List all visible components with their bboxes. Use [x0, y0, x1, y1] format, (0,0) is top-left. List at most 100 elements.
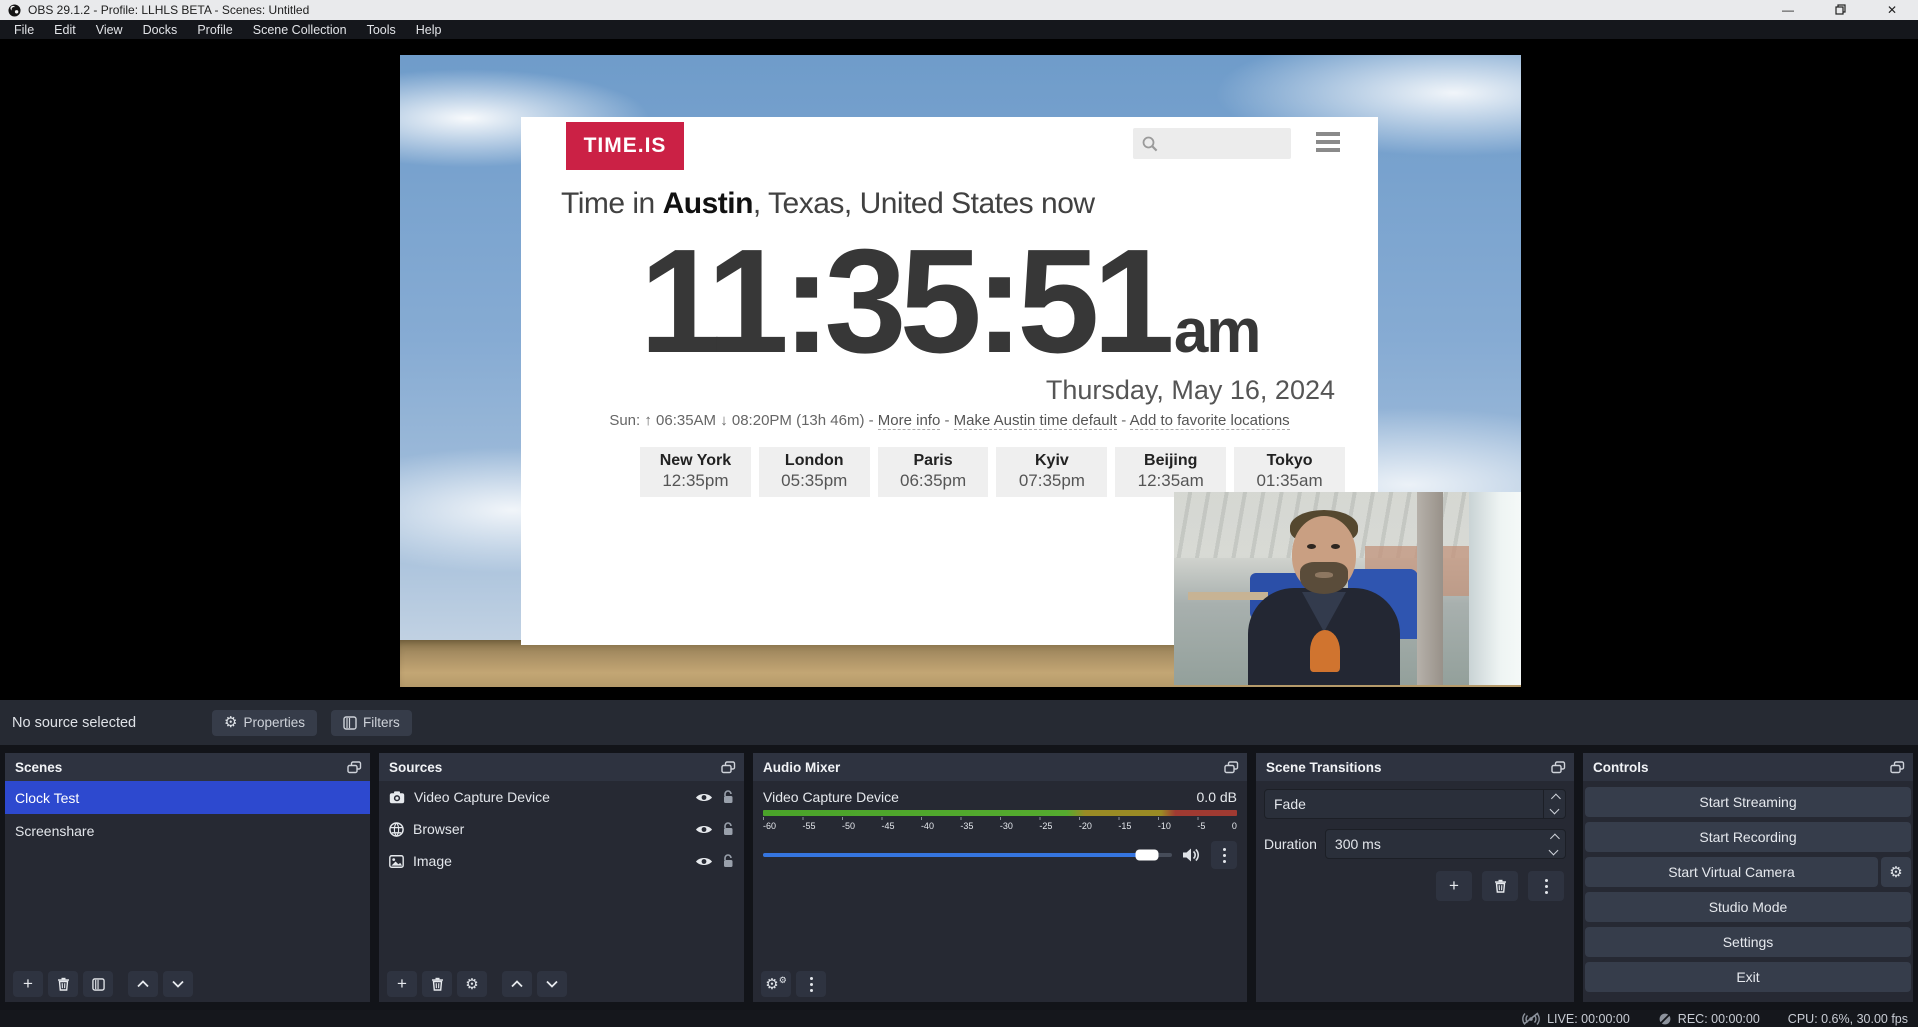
popout-icon[interactable]: [347, 761, 362, 774]
volume-slider[interactable]: [763, 853, 1172, 857]
restore-button[interactable]: [1832, 4, 1848, 17]
virtual-camera-config-button[interactable]: ⚙: [1881, 857, 1911, 887]
sources-panel: Sources Video Capture Device: [379, 753, 744, 1002]
menu-help[interactable]: Help: [406, 20, 452, 39]
add-scene-button[interactable]: +: [13, 971, 43, 997]
filters-button[interactable]: Filters: [331, 710, 412, 736]
meridiem: am: [1174, 297, 1260, 366]
close-button[interactable]: ✕: [1884, 4, 1900, 16]
menu-edit[interactable]: Edit: [44, 20, 86, 39]
dock-area: Scenes Clock Test Screenshare +: [0, 745, 1918, 1010]
visibility-eye-icon[interactable]: [695, 792, 713, 803]
record-inactive-icon: [1658, 1012, 1672, 1026]
audio-mixer-panel: Audio Mixer Video Capture Device 0.0 dB …: [753, 753, 1247, 1002]
visibility-eye-icon[interactable]: [695, 856, 713, 867]
mixer-channel-menu-button[interactable]: [1211, 841, 1237, 869]
city-name: Austin: [663, 187, 753, 220]
preview-canvas[interactable]: TIME.IS Time in Austin, Texas, United St…: [0, 39, 1918, 700]
hamburger-menu-icon[interactable]: [1316, 132, 1340, 152]
clock-cell-tokyo[interactable]: Tokyo 01:35am: [1234, 447, 1345, 497]
popout-icon[interactable]: [1890, 761, 1905, 774]
popout-icon[interactable]: [721, 761, 736, 774]
chevron-down-icon: [546, 980, 558, 988]
title-bar: OBS 29.1.2 - Profile: LLHLS BETA - Scene…: [0, 0, 1918, 20]
clock-cell-kyiv[interactable]: Kyiv 07:35pm: [996, 447, 1107, 497]
settings-button[interactable]: Settings: [1585, 927, 1911, 957]
visibility-eye-icon[interactable]: [695, 824, 713, 835]
source-list: Video Capture Device Browser: [379, 781, 744, 966]
menu-tools[interactable]: Tools: [357, 20, 406, 39]
lock-open-icon[interactable]: [722, 854, 734, 868]
start-virtual-camera-button[interactable]: Start Virtual Camera: [1585, 857, 1878, 887]
controls-body: Start Streaming Start Recording Start Vi…: [1583, 781, 1913, 1002]
scene-item-screenshare[interactable]: Screenshare: [5, 814, 370, 847]
clock-cell-beijing[interactable]: Beijing 12:35am: [1115, 447, 1226, 497]
live-status: LIVE: 00:00:00: [1521, 1012, 1630, 1026]
menu-file[interactable]: File: [4, 20, 44, 39]
scenes-panel: Scenes Clock Test Screenshare +: [5, 753, 370, 1002]
source-row-image[interactable]: Image: [379, 845, 744, 877]
move-source-down-button[interactable]: [537, 971, 567, 997]
move-scene-up-button[interactable]: [128, 971, 158, 997]
stream-inactive-icon: [1521, 1012, 1541, 1025]
popout-icon[interactable]: [1551, 761, 1566, 774]
move-scene-down-button[interactable]: [163, 971, 193, 997]
mixer-toolbar: ⚙⚙: [753, 966, 1247, 1002]
remove-scene-button[interactable]: [48, 971, 78, 997]
source-status-label: No source selected: [12, 715, 212, 731]
add-favorite-link[interactable]: Add to favorite locations: [1130, 412, 1290, 430]
webcam-overlay: [1174, 492, 1521, 685]
menu-view[interactable]: View: [86, 20, 133, 39]
transition-select[interactable]: Fade: [1264, 789, 1566, 819]
minimize-button[interactable]: —: [1780, 4, 1796, 16]
lock-open-icon[interactable]: [722, 790, 734, 804]
remove-transition-button[interactable]: [1482, 871, 1518, 901]
popout-icon[interactable]: [1224, 761, 1239, 774]
start-recording-button[interactable]: Start Recording: [1585, 822, 1911, 852]
start-streaming-button[interactable]: Start Streaming: [1585, 787, 1911, 817]
more-info-link[interactable]: More info: [878, 412, 941, 430]
speaker-icon[interactable]: [1182, 847, 1201, 863]
remove-source-button[interactable]: [422, 971, 452, 997]
search-input[interactable]: [1133, 128, 1291, 159]
clock-cell-london[interactable]: London 05:35pm: [759, 447, 870, 497]
menu-scene-collection[interactable]: Scene Collection: [243, 20, 357, 39]
menu-docks[interactable]: Docks: [133, 20, 188, 39]
mixer-channel-name: Video Capture Device: [763, 789, 899, 805]
scene-item-clock-test[interactable]: Clock Test: [5, 781, 370, 814]
meter-scale: -60-55-50-45-40-35-30-25-20-15-10-50: [763, 821, 1237, 831]
duration-spinner[interactable]: [1541, 835, 1565, 854]
scene-filters-button[interactable]: [83, 971, 113, 997]
properties-button[interactable]: ⚙ Properties: [212, 710, 317, 736]
duration-input[interactable]: 300 ms: [1325, 829, 1566, 859]
obs-logo-icon: [8, 4, 21, 17]
scenes-toolbar: +: [5, 966, 370, 1002]
source-properties-button[interactable]: ⚙: [457, 971, 487, 997]
move-source-up-button[interactable]: [502, 971, 532, 997]
clock-cell-newyork[interactable]: New York 12:35pm: [640, 447, 751, 497]
volume-slider-handle[interactable]: [1136, 850, 1159, 861]
trash-icon: [57, 977, 70, 991]
select-spinner[interactable]: [1543, 790, 1565, 818]
source-row-video-capture[interactable]: Video Capture Device: [379, 781, 744, 813]
search-icon: [1141, 135, 1159, 153]
add-transition-button[interactable]: +: [1436, 871, 1472, 901]
chevron-up-icon: [511, 980, 523, 988]
kebab-icon: [1545, 879, 1548, 894]
mixer-menu-button[interactable]: [796, 971, 826, 997]
source-toolbar: No source selected ⚙ Properties Filters: [0, 700, 1918, 745]
page-title: Time in Austin, Texas, United States now: [561, 187, 1378, 221]
lock-open-icon[interactable]: [722, 822, 734, 836]
studio-mode-button[interactable]: Studio Mode: [1585, 892, 1911, 922]
timeis-logo: TIME.IS: [566, 122, 684, 170]
advanced-audio-button[interactable]: ⚙⚙: [761, 971, 791, 997]
add-source-button[interactable]: +: [387, 971, 417, 997]
audio-mixer-header: Audio Mixer: [753, 753, 1247, 781]
clock-cell-paris[interactable]: Paris 06:35pm: [878, 447, 989, 497]
make-default-link[interactable]: Make Austin time default: [954, 412, 1117, 430]
transition-properties-button[interactable]: [1528, 871, 1564, 901]
menu-profile[interactable]: Profile: [187, 20, 242, 39]
source-row-browser[interactable]: Browser: [379, 813, 744, 845]
controls-header: Controls: [1583, 753, 1913, 781]
exit-button[interactable]: Exit: [1585, 962, 1911, 992]
